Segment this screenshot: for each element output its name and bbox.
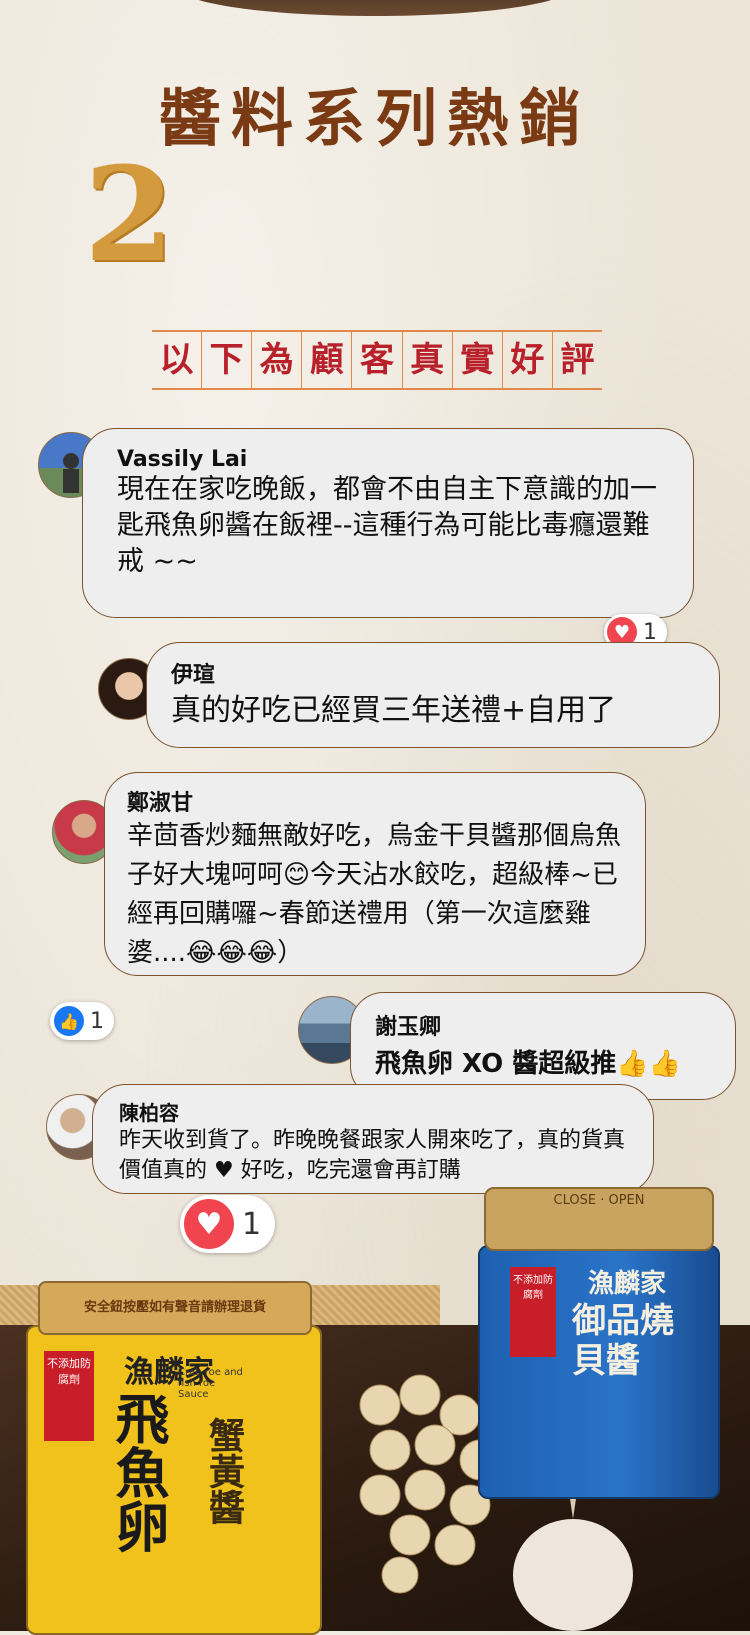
jar-cap: 安全鈕按壓如有聲音請辦理退貨 <box>38 1281 312 1335</box>
review-bubble: 鄭淑甘 辛茴香炒麵無敵好吃，烏金干貝醬那個烏魚子好大塊呵呵😊今天沾水餃吃，超級棒… <box>104 772 646 976</box>
like-reaction[interactable]: 👍 1 <box>50 1002 114 1040</box>
jar-brand: 漁麟家 <box>588 1269 667 1299</box>
product-jar-left: 安全鈕按壓如有聲音請辦理退貨 不添加防腐劑 漁麟家 飛魚卵 蟹黃醬 Crab r… <box>26 1281 322 1635</box>
heart-icon: ♥ <box>184 1199 234 1249</box>
subtitle-banner: 以 下 為 顧 客 真 實 好 評 <box>152 330 602 390</box>
reviewer-name: 伊瑄 <box>171 663 216 688</box>
jar-product-name: 御品燒貝醬 <box>572 1301 674 1381</box>
subtitle-char: 實 <box>451 332 502 388</box>
review-text: 飛魚卵 XO 醬超級推👍👍 <box>375 1049 682 1079</box>
reviewer-name: 謝玉卿 <box>375 1015 442 1040</box>
jar-cap: CLOSE · OPEN <box>484 1187 714 1251</box>
jar-product-sub: 蟹黃醬 <box>203 1417 245 1525</box>
reaction-count: 1 <box>242 1206 262 1242</box>
thumbs-up-icon: 👍 <box>54 1006 84 1036</box>
subtitle-char: 為 <box>251 332 301 388</box>
heart-reaction[interactable]: ♥ 1 <box>180 1195 276 1253</box>
reviewer-name: Vassily Lai <box>117 447 248 472</box>
jar-badge: 不添加防腐劑 <box>510 1267 556 1357</box>
review-bubble: 伊瑄 真的好吃已經買三年送禮+自用了 <box>146 642 720 748</box>
garlic-image <box>513 1485 633 1631</box>
rank-number: 2 <box>84 138 175 291</box>
review-text: 現在在家吃晚飯，都會不由自主下意識的加一匙飛魚卵醬在飯裡--這種行為可能比毒癮還… <box>117 474 657 577</box>
subtitle-char: 客 <box>351 332 401 388</box>
review-text: 昨天收到貨了。昨晚晚餐跟家人開來吃了，真的貨真價值真的 ♥ 好吃，吃完還會再訂購 <box>119 1128 626 1183</box>
subtitle-char: 真 <box>401 332 452 388</box>
subtitle-char: 以 <box>159 340 194 380</box>
top-decoration <box>180 0 570 16</box>
subtitle-char: 下 <box>201 332 251 388</box>
review-bubble: 陳柏容 昨天收到貨了。昨晚晚餐跟家人開來吃了，真的貨真價值真的 ♥ 好吃，吃完還… <box>92 1084 654 1194</box>
jar-label-en: Crab roe and fish roe Sauce <box>178 1367 243 1400</box>
subtitle-char: 好 <box>501 332 552 388</box>
subtitle-char: 顧 <box>301 332 351 388</box>
reviewer-name: 陳柏容 <box>119 1101 179 1125</box>
review-bubble: Vassily Lai 現在在家吃晚飯，都會不由自主下意識的加一匙飛魚卵醬在飯裡… <box>82 428 694 618</box>
review-text: 辛茴香炒麵無敵好吃，烏金干貝醬那個烏魚子好大塊呵呵😊今天沾水餃吃，超級棒~已經再… <box>127 821 622 968</box>
product-photo: 安全鈕按壓如有聲音請辦理退貨 不添加防腐劑 漁麟家 飛魚卵 蟹黃醬 Crab r… <box>0 1187 750 1635</box>
jar-badge: 不添加防腐劑 <box>44 1351 94 1441</box>
product-jar-right: CLOSE · OPEN 不添加防腐劑 漁麟家 御品燒貝醬 <box>478 1187 720 1499</box>
jar-product-name: 飛魚卵 <box>106 1391 170 1553</box>
reviewer-name: 鄭淑甘 <box>127 791 194 816</box>
review-text: 真的好吃已經買三年送禮+自用了 <box>171 693 617 728</box>
subtitle-char: 評 <box>551 332 602 388</box>
reaction-count: 1 <box>90 1008 104 1034</box>
reaction-count: 1 <box>643 619 657 645</box>
